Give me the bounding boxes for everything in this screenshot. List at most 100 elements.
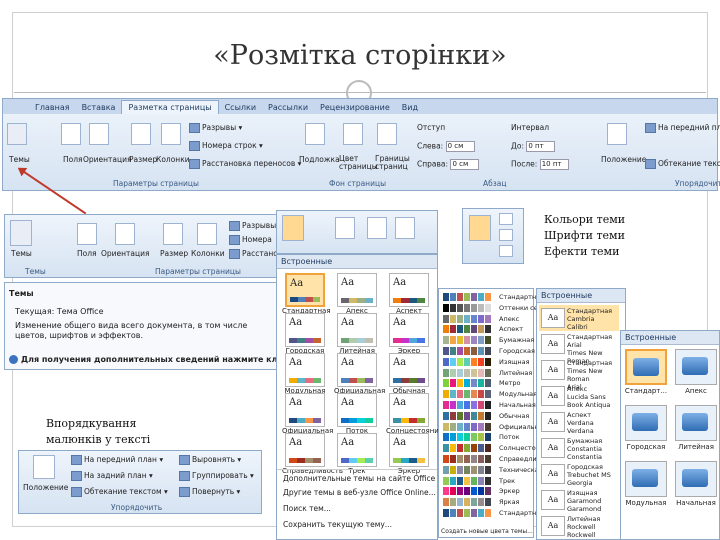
menu-other-themes[interactable]: Другие темы в веб-узле Office Online...: [283, 488, 436, 497]
font-scheme-item[interactable]: Aa Стандартная Times New Roman Arial: [539, 357, 619, 391]
columns-button[interactable]: Колонки: [156, 155, 190, 164]
text-wrap-button[interactable]: Обтекание текстом: [645, 159, 720, 169]
theme-thumbnail[interactable]: Aa: [337, 393, 377, 427]
effect-thumbnail[interactable]: [625, 461, 667, 497]
spacing-after[interactable]: После: 10 пт: [511, 159, 569, 170]
effect-thumbnail[interactable]: [675, 349, 717, 385]
font-scheme-item[interactable]: Aa Изящная Garamond Garamond: [539, 487, 619, 513]
color-scheme-swatches[interactable]: [443, 509, 492, 517]
watermark-button[interactable]: Подложка: [299, 155, 340, 164]
color-scheme-swatches[interactable]: [443, 379, 492, 388]
theme-thumbnail[interactable]: Aa: [337, 353, 377, 387]
color-scheme-swatches[interactable]: [443, 347, 492, 355]
spacing-after-field[interactable]: 10 пт: [539, 159, 569, 170]
zoom-margins-icon[interactable]: [77, 223, 97, 245]
menu-search-themes[interactable]: Поиск тем...: [283, 504, 331, 513]
theme-thumbnail[interactable]: Aa: [389, 273, 429, 307]
orientation-button[interactable]: Ориентация: [83, 155, 132, 164]
themes-button[interactable]: Темы: [9, 155, 30, 164]
position-button[interactable]: Положение: [601, 155, 646, 164]
theme-parts-themes-icon[interactable]: [469, 215, 491, 241]
color-scheme-swatches[interactable]: [443, 476, 492, 485]
color-scheme-swatches[interactable]: [443, 336, 492, 345]
arrange-align-button[interactable]: Выровнять ▾: [179, 455, 241, 465]
zoom-breaks[interactable]: Разрывы: [229, 221, 276, 231]
size-button[interactable]: Размер: [129, 155, 157, 164]
margins-icon[interactable]: [61, 123, 81, 145]
position-icon[interactable]: [607, 123, 627, 145]
themes-icon[interactable]: [7, 123, 27, 145]
color-scheme-swatches[interactable]: [443, 487, 492, 496]
gallery-size-icon[interactable]: [395, 217, 415, 239]
gallery-margins-icon[interactable]: [335, 217, 355, 239]
arrange-position-button[interactable]: Положение: [23, 483, 68, 492]
font-scheme-item[interactable]: Aa Аспект Verdana Verdana: [539, 409, 619, 435]
indent-left-field[interactable]: 0 см: [445, 141, 475, 152]
effect-thumbnail[interactable]: [675, 461, 717, 497]
arrange-group-button[interactable]: Группировать ▾: [179, 471, 254, 481]
theme-fonts-icon[interactable]: [499, 229, 513, 241]
watermark-icon[interactable]: [305, 123, 325, 145]
color-scheme-swatches[interactable]: [443, 465, 492, 474]
zoom-margins-button[interactable]: Поля: [77, 249, 97, 258]
tab-insert[interactable]: Вставка: [76, 101, 122, 114]
color-scheme-swatches[interactable]: [443, 314, 492, 323]
theme-colors-icon[interactable]: [499, 213, 513, 225]
page-borders-button[interactable]: Границы страниц: [375, 155, 410, 171]
color-scheme-swatches[interactable]: [443, 422, 492, 431]
theme-effects-icon[interactable]: [499, 245, 513, 257]
theme-thumbnail[interactable]: Aa: [285, 273, 325, 307]
hyphenation-button[interactable]: Расстановка переносов ▾: [189, 159, 301, 169]
indent-left[interactable]: Слева: 0 см: [417, 141, 475, 152]
spacing-before[interactable]: До: 0 пт: [511, 141, 556, 152]
theme-thumbnail[interactable]: Aa: [337, 313, 377, 347]
zoom-orientation-button[interactable]: Ориентация: [101, 249, 150, 258]
font-scheme-item[interactable]: Aa Литейная Rockwell Rockwell: [539, 513, 619, 539]
arrange-wrap-button[interactable]: Обтекание текстом ▾: [71, 487, 168, 497]
arrange-front-button[interactable]: На передний план ▾: [71, 455, 163, 465]
color-scheme-swatches[interactable]: [443, 498, 492, 507]
color-scheme-swatches[interactable]: [443, 303, 492, 312]
zoom-orientation-icon[interactable]: [115, 223, 135, 245]
color-scheme-swatches[interactable]: [443, 433, 492, 442]
color-scheme-swatches[interactable]: [443, 444, 492, 453]
tab-review[interactable]: Рецензирование: [314, 101, 396, 114]
orientation-icon[interactable]: [89, 123, 109, 145]
tab-mailings[interactable]: Рассылки: [262, 101, 314, 114]
arrange-position-icon[interactable]: [33, 455, 55, 479]
gallery-orientation-icon[interactable]: [367, 217, 387, 239]
effect-thumbnail[interactable]: [675, 405, 717, 441]
arrange-back-button[interactable]: На задний план ▾: [71, 471, 153, 481]
theme-thumbnail[interactable]: Aa: [389, 353, 429, 387]
theme-thumbnail[interactable]: Aa: [285, 353, 325, 387]
font-scheme-item[interactable]: Aa Стандартная Arial Times New Roman: [539, 331, 619, 365]
theme-thumbnail[interactable]: Aa: [285, 393, 325, 427]
zoom-columns-icon[interactable]: [197, 223, 217, 245]
font-scheme-item[interactable]: Aa Стандартная Cambria Calibri: [539, 305, 619, 331]
color-scheme-swatches[interactable]: [443, 293, 492, 301]
zoom-columns-button[interactable]: Колонки: [191, 249, 225, 258]
zoom-themes-button[interactable]: Темы: [11, 249, 32, 258]
tab-view[interactable]: Вид: [396, 101, 424, 114]
zoom-size-button[interactable]: Размер: [160, 249, 188, 258]
indent-right-field[interactable]: 0 см: [450, 159, 480, 170]
color-scheme-swatches[interactable]: [443, 455, 492, 463]
theme-thumbnail[interactable]: Aa: [337, 433, 377, 467]
theme-thumbnail[interactable]: Aa: [389, 313, 429, 347]
page-color-button[interactable]: Цвет страницы: [339, 155, 378, 171]
theme-thumbnail[interactable]: Aa: [337, 273, 377, 307]
zoom-line-numbers[interactable]: Номера: [229, 235, 272, 245]
effect-thumbnail[interactable]: [625, 349, 667, 385]
margins-button[interactable]: Поля: [63, 155, 83, 164]
arrange-rotate-button[interactable]: Повернуть ▾: [179, 487, 240, 497]
theme-thumbnail[interactable]: Aa: [389, 393, 429, 427]
font-scheme-item[interactable]: Aa Апекс Lucida Sans Book Antiqua: [539, 383, 619, 409]
gallery-themes-icon[interactable]: [282, 215, 304, 241]
zoom-hyphenation[interactable]: Расстано: [229, 249, 278, 259]
theme-thumbnail[interactable]: Aa: [285, 433, 325, 467]
spacing-before-field[interactable]: 0 пт: [526, 141, 556, 152]
zoom-themes-icon[interactable]: [10, 220, 32, 246]
theme-thumbnail[interactable]: Aa: [285, 313, 325, 347]
page-borders-icon[interactable]: [377, 123, 397, 145]
tab-references[interactable]: Ссылки: [219, 101, 262, 114]
